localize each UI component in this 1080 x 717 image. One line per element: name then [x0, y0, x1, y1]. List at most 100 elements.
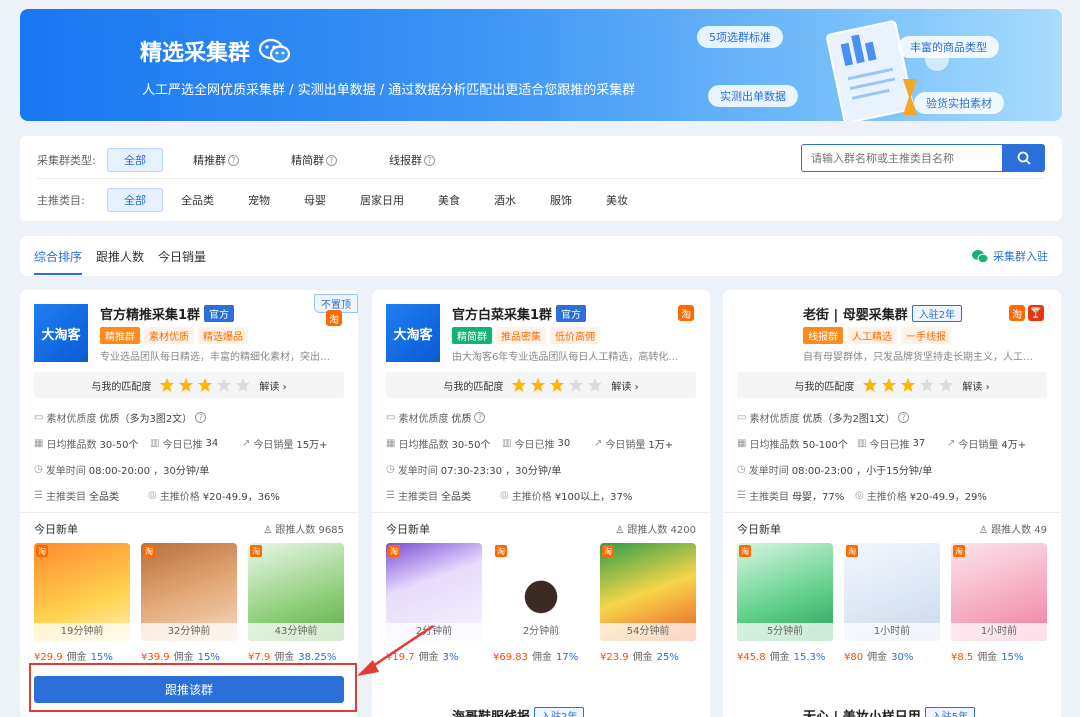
help-icon: ?	[898, 412, 910, 423]
group-name: 无心 | 美妆小样日用入驻5年	[803, 706, 976, 717]
star-icon	[160, 378, 175, 392]
product-price: ¥69.83 佣金 17%	[493, 652, 579, 663]
pushed-row: ▥ 今日已推 30	[502, 438, 571, 451]
product-price: ¥80 佣金 30%	[844, 652, 914, 663]
explain-link[interactable]: 解读 ›	[962, 378, 989, 393]
product-thumb[interactable]: 淘 2分钟前	[493, 543, 589, 641]
product-price: ¥7.9 佣金 38.25%	[248, 652, 337, 663]
bar-chart-icon: ▥	[502, 438, 512, 449]
cat-option-home[interactable]: 居家日用	[344, 189, 420, 211]
star-icon	[863, 378, 878, 392]
cat-option-beauty[interactable]: 美妆	[590, 189, 644, 211]
cat-option-pet[interactable]: 宠物	[232, 189, 286, 211]
trend-icon: ↗	[947, 438, 956, 449]
money-icon: ◎	[855, 490, 864, 501]
quality-row: ▭ 素材优质度 优质（多为3图2文）?	[34, 410, 207, 425]
cat-option-food[interactable]: 美食	[422, 189, 476, 211]
list-icon: ☰	[386, 490, 395, 501]
pill-order-data: 实测出单数据	[708, 85, 798, 107]
explain-link[interactable]: 解读 ›	[611, 378, 638, 393]
follower-count: ♙ 跟推人数 9685	[263, 525, 344, 536]
product-price: ¥23.9 佣金 25%	[600, 652, 679, 663]
help-icon: ?	[228, 154, 239, 166]
trend-icon: ↗	[242, 438, 251, 449]
divider	[20, 512, 358, 513]
cat-option-clothing[interactable]: 服饰	[534, 189, 588, 211]
bar-chart-icon: ▥	[150, 438, 160, 449]
banner-title: 精选采集群	[140, 35, 292, 67]
bar-chart-icon: ▥	[857, 438, 867, 449]
product-thumb[interactable]: 淘 54分钟前	[600, 543, 696, 641]
ship-row: ◷ 发单时间 08:00-23:00 ，小于15分钟/单	[737, 464, 933, 477]
product-thumb[interactable]: 淘 1小时前	[951, 543, 1047, 641]
group-card[interactable]: 无心 | 美妆小样日用入驻5年	[723, 694, 1061, 717]
filter-panel: 采集群类型: 全部 精推群? 精简群? 线报群? 主推类目: 全部 全品类 宠物…	[20, 136, 1062, 221]
group-name: 海哥鞋服线报入驻2年	[452, 706, 585, 717]
group-enter-link[interactable]: 采集群入驻	[971, 248, 1048, 264]
cat-option-allcat[interactable]: 全品类	[165, 189, 230, 211]
star-icon	[179, 378, 194, 392]
explain-link[interactable]: 解读 ›	[259, 378, 286, 393]
match-score: 与我的匹配度 解读 ›	[386, 372, 696, 398]
search-input[interactable]	[801, 144, 1002, 172]
pill-inspection: 验货实拍素材	[914, 92, 1004, 114]
product-thumb[interactable]: 淘 19分钟前	[34, 543, 130, 641]
cat-option-wine[interactable]: 酒水	[478, 189, 532, 211]
group-card[interactable]: 老街 | 母婴采集群 入驻2年 淘 🍸 线报群 人工精选 一手线报 自有母婴群体，只…	[723, 290, 1061, 717]
search-icon	[1017, 151, 1031, 165]
match-score: 与我的匹配度 解读 ›	[737, 372, 1047, 398]
drink-icon: 🍸	[1028, 305, 1044, 321]
type-option-xianbao[interactable]: 线报群?	[373, 149, 451, 171]
sales-row: ↗ 今日销量 4万+	[947, 438, 1027, 451]
star-icon	[236, 378, 251, 392]
clock-icon: ◷	[34, 464, 43, 475]
search-button[interactable]	[1002, 144, 1045, 172]
product-price: ¥45.8 佣金 15.3%	[737, 652, 826, 663]
cat-option-baby[interactable]: 母婴	[288, 189, 342, 211]
list-icon: ☰	[34, 490, 43, 501]
product-thumb[interactable]: 淘 5分钟前	[737, 543, 833, 641]
quality-row: ▭ 素材优质度 优质（多为2图1文）?	[737, 410, 910, 425]
sort-comprehensive[interactable]: 综合排序	[34, 248, 82, 265]
sales-row: ↗ 今日销量 15万+	[242, 438, 328, 451]
star-icon	[217, 378, 232, 392]
type-option-jingtui[interactable]: 精推群?	[177, 149, 255, 171]
help-icon: ?	[195, 412, 207, 423]
help-icon: ?	[424, 154, 435, 166]
sort-followers[interactable]: 跟推人数	[96, 248, 144, 265]
image-icon: ▭	[737, 412, 747, 423]
pushed-row: ▥ 今日已推 37	[857, 438, 926, 451]
money-icon: ◎	[148, 490, 157, 501]
pill-standard: 5项选群标准	[697, 26, 783, 48]
divider	[37, 178, 1045, 179]
star-icon	[569, 378, 584, 392]
group-description: 专业选品团队每日精选，丰富的精细化素材，突出…	[100, 352, 330, 363]
image-icon: ▭	[34, 412, 44, 423]
type-filter-row: 采集群类型: 全部 精推群? 精简群? 线报群?	[37, 148, 465, 172]
rating-stars	[511, 377, 603, 393]
user-icon: ♙	[263, 525, 273, 536]
price-row: ◎ 主推价格 ¥100以上，37%	[500, 490, 633, 503]
type-option-jingjian[interactable]: 精简群?	[275, 149, 353, 171]
group-card[interactable]: 海哥鞋服线报入驻2年	[372, 694, 710, 717]
group-name: 官方精推采集1群 官方	[100, 304, 235, 323]
type-option-all[interactable]: 全部	[107, 148, 163, 172]
category-row: ☰ 主推类目 母婴，77%	[737, 490, 845, 503]
product-thumb[interactable]: 淘 1小时前	[844, 543, 940, 641]
sort-today-sales[interactable]: 今日销量	[158, 248, 206, 265]
group-card[interactable]: 大淘客 官方精推采集1群 官方 不置顶 淘 精推群 素材优质 精选爆品 专业选品团…	[20, 290, 358, 717]
help-icon: ?	[326, 154, 337, 166]
taobao-icon: 淘	[678, 305, 694, 321]
group-logo: 大淘客	[34, 304, 88, 362]
join-years-badge: 入驻2年	[911, 305, 963, 322]
cat-option-all[interactable]: 全部	[107, 188, 163, 212]
wechat-icon	[258, 38, 291, 63]
follower-count: ♙ 跟推人数 49	[978, 525, 1047, 536]
group-avatar-mosaic	[737, 304, 791, 362]
user-icon: ♙	[978, 525, 988, 536]
product-thumb[interactable]: 淘 43分钟前	[248, 543, 344, 641]
calendar-icon: ▦	[386, 438, 396, 449]
daily-row: ▦ 日均推品数 30-50个	[386, 438, 491, 451]
star-icon	[939, 378, 954, 392]
product-thumb[interactable]: 淘 32分钟前	[141, 543, 237, 641]
